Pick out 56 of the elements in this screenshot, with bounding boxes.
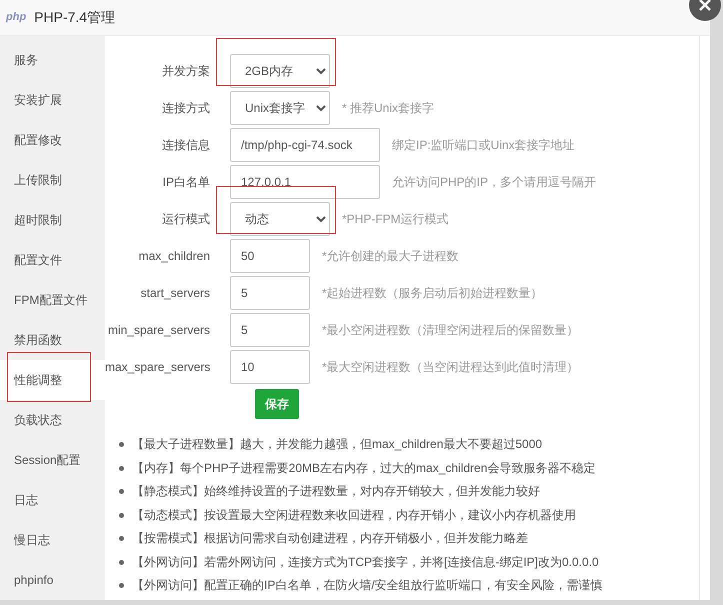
bullet-icon <box>119 466 124 470</box>
field-label: 运行模式 <box>161 211 211 228</box>
sidebar-item[interactable]: 服务 <box>0 40 105 80</box>
sidebar-item[interactable]: 安装扩展 <box>0 80 105 120</box>
hint-text: * 推荐Unix套接字 <box>342 100 434 117</box>
field-label: max_children <box>138 248 211 265</box>
hint-text: *PHP-FPM运行模式 <box>342 211 449 228</box>
field-label: 并发方案 <box>161 63 211 80</box>
hint-text: *最小空闲进程数（清理空闲进程后的保留数量） <box>322 322 579 339</box>
dropdown[interactable]: 动态 <box>230 202 330 236</box>
bullet-icon <box>119 489 124 494</box>
input-field[interactable]: /tmp/php-cgi-74.sock <box>230 128 380 162</box>
hint-text: *起始进程数（服务启动后初始进程数量） <box>322 285 543 302</box>
hint-text: *允许创建的最大子进程数 <box>322 248 459 265</box>
note-text: 【外网访问】配置正确的IP白名单，在防火墙/安全组放行监听端口，有安全风险，需谨慎 <box>132 577 603 594</box>
bullet-icon <box>119 560 124 564</box>
input-field[interactable]: 5 <box>230 276 310 310</box>
sidebar-item[interactable]: 负载状态 <box>0 400 105 440</box>
sidebar-item[interactable]: 慢日志 <box>0 520 105 560</box>
bullet-icon <box>119 442 124 447</box>
input-field[interactable]: 127.0.0.1 <box>230 165 380 199</box>
hint-text: 绑定IP:监听端口或Uinx套接字地址 <box>392 137 575 154</box>
input-field[interactable]: 10 <box>230 350 310 384</box>
note-text: 【按需模式】根据访问需求自动创建进程，内存开销极小，但并发能力略差 <box>132 530 528 547</box>
note-text: 【静态模式】始终维持设置的子进程数量，对内存开销较大，但并发能力较好 <box>132 483 540 500</box>
field-label: 连接信息 <box>161 137 211 154</box>
bullet-icon <box>119 583 124 588</box>
field-label: max_spare_servers <box>105 359 212 376</box>
note-text: 【动态模式】按设置最大空闲进程数来收回进程，内存开销小，建议小内存机器使用 <box>132 506 576 524</box>
dropdown[interactable]: Unix套接字 <box>230 91 330 125</box>
dropdown[interactable]: 2GB内存 <box>230 54 330 88</box>
field-label: start_servers <box>140 285 211 302</box>
field-label: 连接方式 <box>161 100 211 117</box>
sidebar-item[interactable]: FPM配置文件 <box>0 280 105 320</box>
input-field[interactable]: 50 <box>230 239 310 273</box>
bullet-icon <box>119 536 124 541</box>
php-logo: php <box>6 10 26 26</box>
sidebar-item[interactable]: 配置修改 <box>0 120 105 160</box>
hint-text: *最大空闲进程数（当空闲进程达到此值时清理） <box>322 359 579 376</box>
sidebar-item[interactable]: 超时限制 <box>0 200 105 240</box>
sidebar-item[interactable]: 日志 <box>0 480 105 520</box>
field-label: IP白名单 <box>162 174 211 191</box>
bullet-icon <box>119 512 124 518</box>
sidebar-item[interactable]: 性能调整 <box>0 360 105 400</box>
sidebar-item[interactable]: 禁用函数 <box>0 320 105 360</box>
hint-text: 允许访问PHP的IP，多个请用逗号隔开 <box>392 174 596 191</box>
note-text: 【内存】每个PHP子进程需要20MB左右内存，过大的max_children会导致服务器不稳定 <box>132 460 596 476</box>
sidebar-item[interactable]: 上传限制 <box>0 160 105 200</box>
sidebar-item[interactable]: Session配置 <box>0 440 105 480</box>
sidebar-item[interactable]: phpinfo <box>0 560 105 600</box>
window-title: PHP-7.4管理 <box>34 8 116 27</box>
note-text: 【最大子进程数量】越大，并发能力越强，但max_children最大不要超过5000 <box>132 436 542 453</box>
input-field[interactable]: 5 <box>230 313 310 347</box>
note-text: 【外网访问】若需外网访问，连接方式为TCP套接字，并将[连接信息-绑定IP]改为0.0.0.0 <box>132 554 599 570</box>
sidebar-item[interactable]: 配置文件 <box>0 240 105 280</box>
field-label: min_spare_servers <box>106 322 211 339</box>
